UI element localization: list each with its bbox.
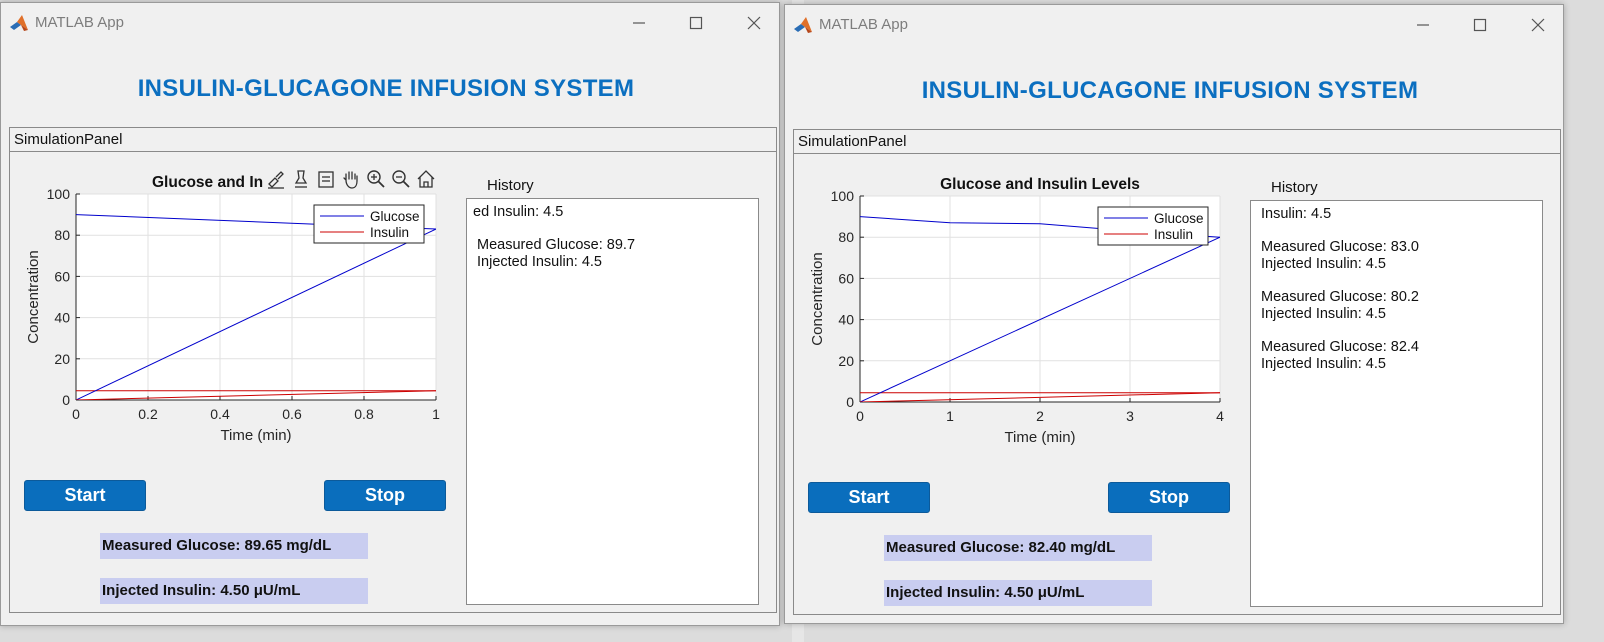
x-tick-label: 3 [1126,408,1134,424]
history-label: History [1271,179,1318,196]
history-blank-line [473,221,752,237]
chart-title: Glucose and Insulin Levels [940,176,1140,193]
window-title: MATLAB App [35,14,124,31]
simulation-panel: SimulationPanel 0 1 2 3 4 0 20 40 60 80 100 Time (m… [793,129,1561,615]
history-line: Injected Insulin: 4.5 [1261,256,1386,272]
y-tick-label: 80 [838,229,854,245]
legend-entry: Insulin [1154,227,1193,242]
history-line: ed Insulin: 4.5 [473,204,564,220]
y-axis-label: Concentration [25,250,42,343]
glucose-readout: Measured Glucose: 89.65 mg/dL [100,533,368,559]
history-line: Measured Glucose: 83.0 [1261,239,1419,255]
x-tick-label: 4 [1216,408,1224,424]
y-tick-label: 20 [838,353,854,369]
x-axis-label: Time (min) [220,427,291,444]
matlab-logo-icon [10,15,28,31]
matlab-app-window-1: MATLAB App INSULIN-GLUCAGONE INFUSION SY… [0,2,780,626]
history-label: History [487,177,534,194]
stop-button[interactable]: Stop [1108,482,1230,513]
minimize-icon[interactable] [629,13,649,33]
glucose-readout: Measured Glucose: 82.40 mg/dL [884,535,1152,561]
legend-entry: Glucose [1154,211,1204,226]
x-tick-label: 0.8 [354,406,374,422]
history-line: Injected Insulin: 4.5 [473,254,602,270]
start-button[interactable]: Start [808,482,930,513]
history-line: Injected Insulin: 4.5 [1261,356,1386,372]
maximize-icon[interactable] [686,13,706,33]
zoom-out-icon[interactable] [390,168,412,190]
history-blank-line [1261,323,1532,339]
axes-toolbar [265,168,437,190]
x-tick-label: 0.2 [138,406,158,422]
x-tick-label: 0.6 [282,406,302,422]
x-tick-label: 1 [432,406,440,422]
chart-title: Glucose and In [152,174,263,191]
y-tick-label: 100 [831,188,855,204]
history-blank-line [1261,273,1532,289]
history-textarea[interactable]: ed Insulin: 4.5 Measured Glucose: 89.7 I… [466,198,759,605]
y-tick-label: 100 [47,186,71,202]
x-tick-label: 2 [1036,408,1044,424]
y-tick-label: 60 [838,270,854,286]
history-line: Injected Insulin: 4.5 [1261,306,1386,322]
y-tick-label: 0 [846,394,854,410]
zoom-in-icon[interactable] [365,168,387,190]
x-axis-label: Time (min) [1004,429,1075,446]
start-button[interactable]: Start [24,480,146,511]
app-title: INSULIN-GLUCAGONE INFUSION SYSTEM [137,75,635,102]
history-line: Insulin: 4.5 [1261,206,1332,222]
stop-button[interactable]: Stop [324,480,446,511]
y-tick-label: 20 [54,351,70,367]
data-tips-icon[interactable] [290,168,312,190]
x-tick-label: 0.4 [210,406,230,422]
maximize-icon[interactable] [1470,15,1490,35]
title-bar: MATLAB App [1,3,779,41]
close-icon[interactable] [1528,15,1548,35]
history-textarea[interactable]: Insulin: 4.5 Measured Glucose: 83.0 Inject… [1250,200,1543,607]
restore-icon[interactable] [315,168,337,190]
brush-icon[interactable] [265,168,287,190]
y-axis-label: Concentration [809,252,826,345]
matlab-logo-icon [794,17,812,33]
x-tick-label: 0 [72,406,80,422]
x-tick-label: 0 [856,408,864,424]
home-icon[interactable] [415,168,437,190]
title-bar: MATLAB App [785,5,1563,43]
simulation-panel: SimulationPanel 0 0.2 0.4 0.6 0.8 1 0 20 40 60 80 1… [9,127,777,613]
legend-entry: Glucose [370,209,420,224]
y-tick-label: 60 [54,268,70,284]
y-tick-label: 40 [54,310,70,326]
history-line: Measured Glucose: 89.7 [473,237,636,253]
history-line: Measured Glucose: 82.4 [1261,339,1419,355]
insulin-readout: Injected Insulin: 4.50 μU/mL [100,578,368,604]
y-tick-label: 40 [838,312,854,328]
glucose-insulin-chart[interactable]: 0 1 2 3 4020406080100Time (min)Concentration… [794,130,1234,450]
window-title: MATLAB App [819,16,908,33]
matlab-app-window-2: MATLAB App INSULIN-GLUCAGONE INFUSION SY… [784,4,1564,624]
y-tick-label: 0 [62,392,70,408]
minimize-icon[interactable] [1413,15,1433,35]
close-icon[interactable] [744,13,764,33]
pan-icon[interactable] [340,168,362,190]
history-line: Measured Glucose: 80.2 [1261,289,1419,305]
legend-entry: Insulin [370,225,409,240]
insulin-readout: Injected Insulin: 4.50 μU/mL [884,580,1152,606]
history-blank-line [1261,223,1532,239]
y-tick-label: 80 [54,227,70,243]
app-title: INSULIN-GLUCAGONE INFUSION SYSTEM [921,77,1419,104]
x-tick-label: 1 [946,408,954,424]
